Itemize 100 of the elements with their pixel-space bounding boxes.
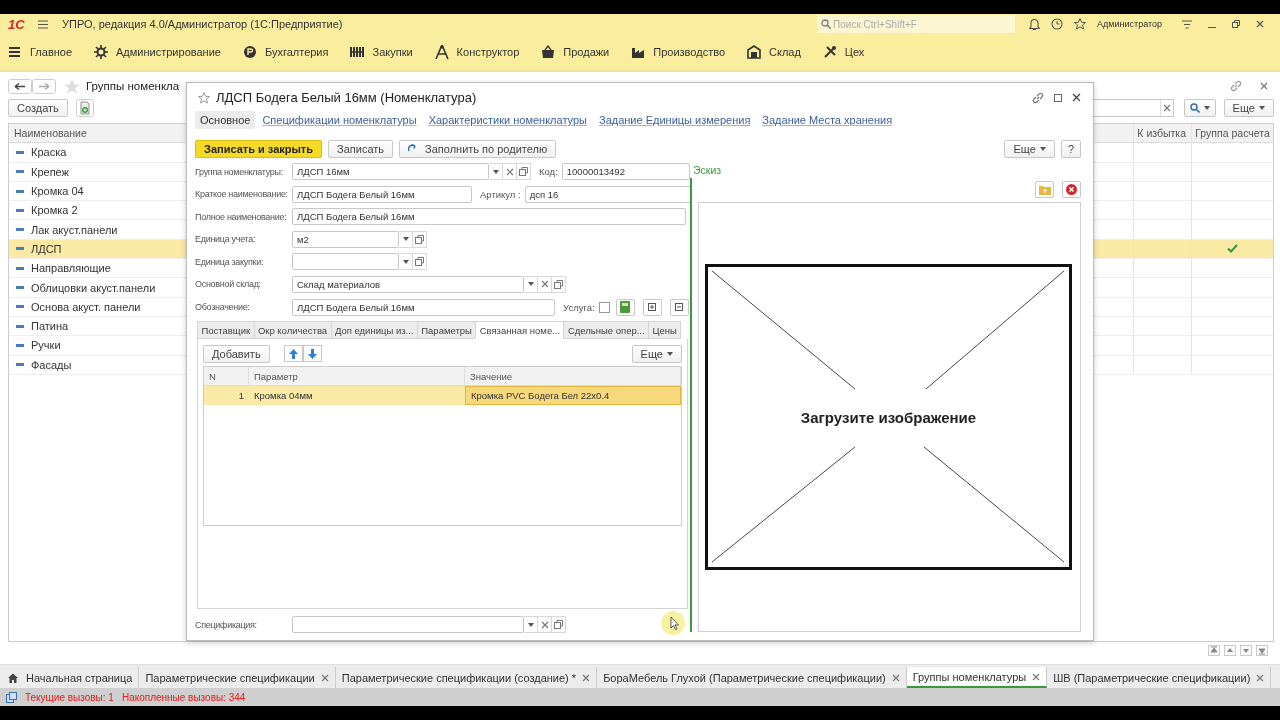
service-checkbox[interactable] — [598, 301, 610, 313]
input-field[interactable]: м2 — [292, 230, 399, 248]
add-from-file-icon[interactable] — [75, 99, 94, 117]
menu-icon — [8, 45, 22, 59]
open-button[interactable] — [552, 616, 566, 634]
table-cell-text: Кромка 04мм — [253, 389, 314, 404]
search-field[interactable]: Поиск Ctrl+Shift+F — [817, 15, 1016, 33]
input-field[interactable]: 10000013492 — [561, 163, 690, 180]
input-field[interactable]: дсп 16 — [524, 185, 692, 203]
input-field[interactable] — [292, 616, 524, 634]
fill-button[interactable]: Заполнить по родителю — [399, 139, 557, 158]
menu-icon[interactable] — [38, 19, 48, 29]
section-link[interactable]: Склад — [747, 45, 801, 59]
open-button[interactable] — [552, 275, 566, 293]
section-link[interactable]: Задание Единицы измерения — [594, 111, 756, 129]
tab[interactable]: Связанная номе... — [475, 321, 564, 340]
column-header[interactable]: Группа расчета — [1191, 124, 1273, 143]
more-button[interactable]: Еще — [631, 344, 682, 363]
section-link[interactable]: Закупки — [350, 45, 413, 59]
create-button[interactable]: Создать — [8, 99, 68, 117]
more-button[interactable]: Еще — [1004, 139, 1055, 158]
restore-icon[interactable] — [1232, 20, 1240, 28]
input-field[interactable]: ЛДСП Бодега Белый 16мм — [292, 185, 472, 203]
open-icon — [554, 620, 563, 630]
calls-icon[interactable] — [6, 691, 17, 703]
history-icon[interactable] — [1051, 18, 1064, 30]
help-button[interactable]: ? — [1060, 139, 1081, 158]
scroll-up-icon[interactable] — [1224, 645, 1236, 656]
column-header[interactable]: К избытка — [1133, 124, 1191, 143]
section-link[interactable]: Характеристики номенклатуры — [423, 111, 592, 129]
document-button[interactable] — [615, 298, 635, 316]
dropdown-button[interactable] — [524, 616, 538, 634]
delete-button[interactable] — [1062, 181, 1081, 198]
input-field[interactable]: Склад материалов — [292, 275, 524, 293]
group-dash-icon — [16, 266, 24, 270]
dropdown-button[interactable] — [399, 253, 413, 271]
panel-title: Эскиз — [692, 164, 723, 178]
add-button[interactable]: Добавить — [203, 344, 270, 363]
open-button[interactable] — [413, 230, 427, 248]
star-icon[interactable] — [198, 91, 210, 104]
section-link[interactable]: Спецификации номенклатуры — [257, 111, 422, 129]
close-icon[interactable] — [1072, 93, 1081, 102]
table-row[interactable]: 1 Кромка 04мм Кромка PVC Бодега Бел 22x0.4 — [204, 386, 681, 406]
table-cell: Крепеж — [31, 165, 69, 178]
section-link[interactable]: Продажи — [541, 45, 610, 59]
section-link[interactable]: Администрирование — [94, 45, 221, 59]
tab[interactable]: Сдельные опер... — [563, 321, 649, 340]
tab[interactable]: Доп единицы из... — [330, 321, 417, 340]
scroll-bottom-icon[interactable] — [1256, 645, 1268, 656]
dropdown-button[interactable] — [524, 275, 538, 293]
table-cell: Лак акуст.панели — [31, 223, 118, 236]
link-icon[interactable] — [1230, 80, 1242, 92]
user-name[interactable]: Администратор — [1097, 19, 1162, 29]
close-icon[interactable] — [1260, 82, 1268, 90]
tab[interactable]: Окр количества — [253, 321, 331, 340]
input-field[interactable]: ЛДСП 16мм — [292, 163, 489, 180]
move-up-button[interactable] — [283, 345, 303, 363]
column-header[interactable]: N — [204, 367, 249, 386]
clear-button[interactable] — [538, 275, 552, 293]
star-icon[interactable] — [64, 78, 80, 94]
collapse-button[interactable] — [669, 298, 689, 316]
close-icon[interactable] — [1032, 672, 1041, 681]
expand-button[interactable] — [642, 298, 662, 316]
field-label: Основной склад: — [195, 279, 262, 290]
menu-icon[interactable] — [1182, 19, 1192, 29]
bell-icon[interactable] — [1029, 18, 1041, 30]
input-field[interactable]: ЛДСП Бодега Белый 16мм — [292, 298, 555, 316]
star-icon[interactable] — [1074, 18, 1087, 30]
section-link[interactable]: Цех — [822, 45, 865, 59]
save-button[interactable]: Записать — [328, 139, 394, 158]
close-icon[interactable] — [1162, 104, 1171, 112]
section-link[interactable]: Конструктор — [434, 45, 520, 59]
scroll-top-icon[interactable] — [1208, 645, 1220, 656]
dropdown-button[interactable] — [489, 163, 503, 180]
table-cell: ЛДСП — [31, 242, 62, 255]
section-link[interactable]: Производство — [631, 45, 725, 59]
scroll-down-icon[interactable] — [1240, 645, 1252, 656]
dropdown-button[interactable] — [399, 230, 413, 248]
clear-button[interactable] — [503, 163, 517, 180]
clear-button[interactable] — [538, 616, 552, 634]
open-button[interactable] — [517, 163, 531, 180]
search-button[interactable] — [1183, 99, 1216, 117]
input-field[interactable] — [292, 253, 399, 271]
open-button[interactable] — [413, 253, 427, 271]
more-button[interactable]: Еще — [1223, 99, 1274, 117]
maximize-icon[interactable] — [1054, 93, 1062, 102]
close-icon[interactable] — [1256, 20, 1264, 28]
tab[interactable]: Цены — [648, 321, 682, 340]
open-tab[interactable]: Группы номенклатуры — [906, 667, 1048, 688]
section-link[interactable]: Главное — [8, 45, 73, 59]
input-field[interactable]: ЛДСП Бодега Белый 16мм — [292, 208, 686, 226]
section-link[interactable]: Бухгалтерия — [242, 45, 329, 59]
link-icon[interactable] — [1032, 91, 1044, 104]
section-tab[interactable]: Основное — [195, 111, 256, 129]
column-header[interactable]: Значение — [465, 367, 681, 386]
section-link[interactable]: Задание Места хранения — [757, 111, 898, 129]
tab[interactable]: Параметры — [416, 321, 476, 340]
column-header[interactable]: Параметр — [249, 367, 465, 386]
save-and-close-button[interactable]: Записать и закрыть — [195, 139, 323, 158]
tab[interactable]: Поставщик — [197, 321, 254, 340]
